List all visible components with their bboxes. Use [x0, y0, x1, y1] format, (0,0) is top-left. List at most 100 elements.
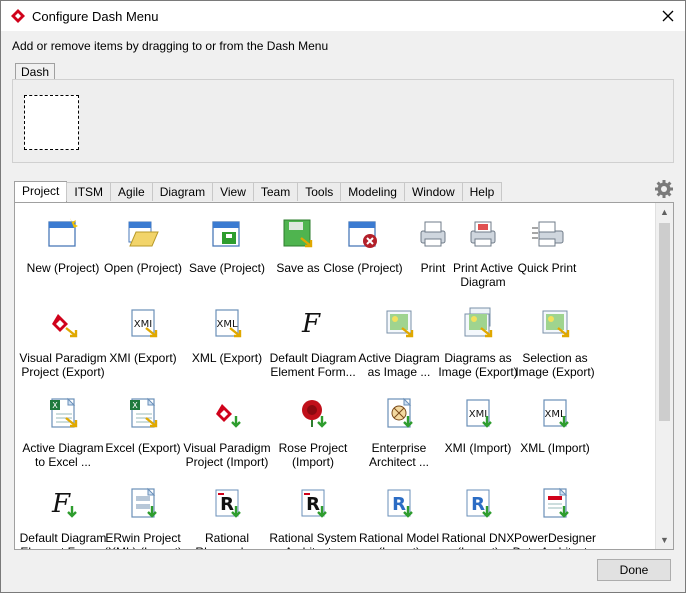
- dash-item-diagram-element-format-import[interactable]: F Default Diagram Element Form...: [20, 479, 107, 549]
- dash-item-excel-export[interactable]: X Excel (Export): [102, 389, 184, 479]
- tab-window[interactable]: Window: [403, 182, 463, 201]
- dash-item-vp-export[interactable]: Visual Paradigm Project (Export): [19, 299, 107, 389]
- close-project-icon: [348, 221, 377, 248]
- diagram-element-format-icon: F: [301, 309, 321, 339]
- app-logo-icon: [11, 9, 25, 23]
- dash-item-xml-export[interactable]: XML XML (Export): [186, 299, 268, 389]
- xmi-import-icon: XMI: [466, 399, 492, 428]
- svg-text:X: X: [132, 401, 138, 410]
- dash-item-xmi-export[interactable]: XMI XMI (Export): [102, 299, 184, 389]
- open-project-icon: [128, 221, 159, 247]
- dash-item-diagram-excel[interactable]: X Active Diagram to Excel ...: [22, 389, 104, 479]
- svg-text:R: R: [306, 494, 320, 515]
- dash-item-open-project[interactable]: Open (Project): [102, 209, 184, 299]
- window-title: Configure Dash Menu: [32, 9, 159, 24]
- dash-item-rose-import[interactable]: Rose Project (Import): [272, 389, 354, 479]
- xmi-export-icon: XMI: [131, 309, 158, 338]
- dash-item-xmi-import[interactable]: XMI XMI (Import): [437, 389, 519, 479]
- dash-item-label: Rose Project (Import): [278, 441, 348, 469]
- dash-menu-panel[interactable]: [12, 79, 674, 163]
- quick-print-icon: [532, 221, 564, 247]
- tab-itsm[interactable]: ITSM: [66, 182, 112, 201]
- dash-drop-slot[interactable]: [24, 95, 79, 150]
- svg-text:XMI: XMI: [469, 409, 487, 420]
- dash-item-label: Default Diagram Element Form...: [269, 351, 357, 379]
- rational-system-architect-icon: R: [301, 489, 327, 518]
- tab-diagram[interactable]: Diagram: [151, 182, 214, 201]
- diagram-image-icon: [386, 310, 414, 338]
- dash-item-enterprise-architect[interactable]: Enterprise Architect ...: [358, 389, 440, 479]
- excel-export-icon: X: [130, 397, 158, 428]
- xml-import-icon: XML: [543, 399, 569, 428]
- dash-item-rational-model-import[interactable]: R Rational Model (Import): [358, 479, 440, 549]
- tab-project[interactable]: Project: [14, 181, 68, 202]
- print-active-diagram-icon: [470, 221, 496, 247]
- scroll-thumb[interactable]: [659, 223, 670, 421]
- dash-item-label: ERwin Project (XML) (Import): [104, 531, 182, 549]
- scroll-up-icon[interactable]: ▲: [656, 204, 673, 220]
- dash-item-diagram-element-format[interactable]: F Default Diagram Element Form...: [270, 299, 357, 389]
- tab-team[interactable]: Team: [252, 182, 299, 201]
- diagrams-image-icon: [464, 307, 493, 338]
- vertical-scrollbar[interactable]: ▲ ▼: [655, 203, 673, 549]
- dash-item-diagrams-image[interactable]: Diagrams as Image (Export): [437, 299, 519, 389]
- svg-text:R: R: [471, 494, 485, 515]
- title-bar: Configure Dash Menu: [1, 1, 685, 31]
- dash-item-quick-print[interactable]: Quick Print: [506, 209, 588, 299]
- dash-item-vp-import[interactable]: Visual Paradigm Project (Import): [183, 389, 271, 479]
- dash-item-new-project[interactable]: New (Project): [22, 209, 104, 299]
- tab-view[interactable]: View: [212, 182, 254, 201]
- items-panel: New (Project) Open (Project) Save (Proje…: [14, 202, 674, 550]
- dash-item-label: New (Project): [26, 261, 100, 275]
- dash-item-powerdesigner[interactable]: PowerDesigner Data Architect...: [513, 479, 597, 549]
- dash-item-label: Excel (Export): [105, 441, 181, 455]
- dash-item-label: Visual Paradigm Project (Import): [183, 441, 271, 469]
- tab-help[interactable]: Help: [461, 182, 503, 201]
- powerdesigner-icon: [543, 487, 569, 518]
- dash-item-label: XMI (Export): [109, 351, 177, 365]
- dash-item-save-project[interactable]: Save (Project): [186, 209, 268, 299]
- rose-import-icon: [302, 400, 327, 428]
- diagram-element-format-import-icon: F: [51, 489, 77, 519]
- dash-item-label: Open (Project): [103, 261, 183, 275]
- dash-item-label: XML (Import): [520, 441, 590, 455]
- dash-item-label: PowerDesigner Data Architect...: [513, 531, 598, 549]
- diagram-excel-icon: X: [50, 397, 78, 428]
- erwin-import-icon: [131, 487, 157, 518]
- svg-text:F: F: [301, 309, 321, 339]
- scroll-down-icon[interactable]: ▼: [656, 532, 673, 548]
- category-tabs: Project ITSM Agile Diagram View Team Too…: [14, 181, 503, 202]
- dash-item-label: Active Diagram to Excel ...: [22, 441, 104, 469]
- dash-item-xml-import[interactable]: XML XML (Import): [514, 389, 596, 479]
- close-icon: [662, 10, 674, 22]
- dash-item-selection-image[interactable]: Selection as Image (Export): [514, 299, 596, 389]
- dash-item-label: Quick Print: [517, 261, 577, 275]
- svg-text:F: F: [51, 489, 71, 519]
- configure-dash-dialog: Configure Dash Menu Add or remove items …: [0, 0, 686, 593]
- svg-text:XML: XML: [216, 319, 237, 330]
- enterprise-architect-icon: [387, 397, 413, 428]
- dash-item-rational-rhapsody[interactable]: R Rational Rhapsody...: [186, 479, 268, 549]
- vp-import-icon: [216, 404, 241, 428]
- selection-image-icon: [542, 310, 570, 338]
- dash-item-rational-system-architect[interactable]: R Rational System Architect...: [269, 479, 357, 549]
- rational-rhapsody-icon: R: [215, 489, 241, 518]
- svg-text:XML: XML: [544, 409, 565, 420]
- done-button[interactable]: Done: [597, 559, 671, 581]
- save-project-icon: [212, 221, 240, 247]
- rational-dnx-import-icon: R: [466, 489, 492, 518]
- dash-item-erwin-import[interactable]: ERwin Project (XML) (Import): [102, 479, 184, 549]
- gear-icon[interactable]: [654, 179, 674, 199]
- svg-text:XMI: XMI: [134, 319, 152, 330]
- dash-item-rational-dnx-import[interactable]: R Rational DNX (Import): [437, 479, 519, 549]
- dash-tab: Dash: [15, 63, 56, 80]
- dash-item-label: Rational Rhapsody...: [195, 531, 258, 549]
- tab-modeling[interactable]: Modeling: [340, 182, 405, 201]
- save-as-icon: [283, 219, 313, 248]
- close-button[interactable]: [651, 1, 685, 31]
- tab-tools[interactable]: Tools: [297, 182, 342, 201]
- tab-agile[interactable]: Agile: [110, 182, 153, 201]
- dash-item-label: Default Diagram Element Form...: [19, 531, 107, 549]
- dash-item-diagram-image[interactable]: Active Diagram as Image ...: [358, 299, 440, 389]
- rational-model-import-icon: R: [387, 489, 413, 518]
